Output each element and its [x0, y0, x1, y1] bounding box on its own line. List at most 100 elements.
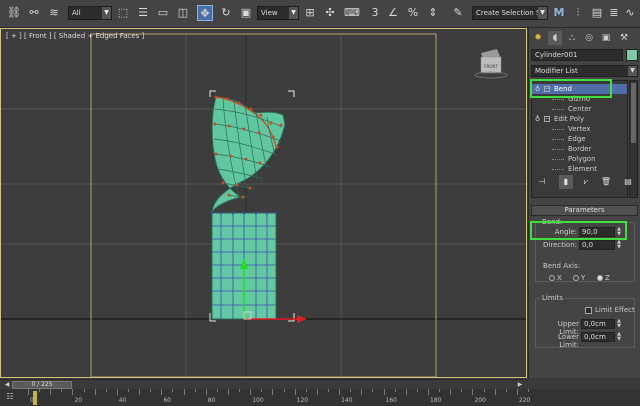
lightbulb-icon[interactable]: ♁: [535, 114, 540, 124]
select-object-icon[interactable]: ⬚: [115, 5, 131, 21]
lower-limit-input[interactable]: 0,0cm: [581, 332, 615, 342]
viewcube-label: FRONT: [484, 64, 498, 69]
grid-lines: [1, 34, 526, 377]
stack-item-label: Element: [568, 165, 597, 173]
snap-icon[interactable]: 3: [367, 5, 383, 21]
snap-label: 3: [371, 6, 379, 19]
limits-title: Limits: [540, 294, 565, 302]
ruler-tick: [283, 389, 285, 392]
ruler-tick: [328, 389, 329, 392]
axis-z-radio[interactable]: Z: [597, 274, 610, 282]
upper-limit-spinner-icon[interactable]: ▲ ▼: [616, 319, 622, 329]
stack-item-edge[interactable]: Edge: [532, 134, 627, 144]
viewcube-icon: FRONT: [474, 49, 508, 79]
viewport-canvas[interactable]: FRONT: [1, 29, 526, 377]
select-by-name-icon[interactable]: ☰: [135, 5, 151, 21]
select-and-scale-icon[interactable]: ▣: [238, 5, 254, 21]
frame-ruler[interactable]: 0 20 40 60 80 100 120 140 160 180 200 220: [28, 389, 530, 406]
ruler-label: 0: [30, 397, 34, 404]
layer-explorer-icon[interactable]: ≣: [606, 5, 622, 21]
percent-snap-icon[interactable]: %: [405, 5, 421, 21]
front-viewport[interactable]: FRONT [ + ] [ Front ] [ Shaded + Edged F…: [0, 28, 527, 378]
axis-x-radio[interactable]: X: [549, 274, 562, 282]
rectangular-selection-icon[interactable]: ▭: [155, 5, 171, 21]
time-slider-thumb[interactable]: 0 / 225: [12, 381, 72, 389]
upper-limit-input[interactable]: 0,0cm: [581, 319, 615, 329]
angle-snap-icon[interactable]: ∠: [385, 5, 401, 21]
limit-effect-checkbox[interactable]: [585, 307, 592, 314]
display-tab-icon[interactable]: ▣: [599, 31, 613, 45]
chevron-down-icon: ▼: [538, 7, 547, 19]
use-pivot-icon[interactable]: ⊞: [302, 5, 318, 21]
selection-filter-dropdown[interactable]: All ▼: [68, 6, 112, 20]
radio-dot: [597, 275, 603, 281]
named-selection-dropdown[interactable]: Create Selection Se ▼: [472, 6, 548, 20]
stack-item-edit-poly[interactable]: ♁ − Edit Poly: [532, 114, 627, 124]
configure-modifier-sets-icon[interactable]: ▤: [621, 175, 635, 189]
edit-named-selection-icon[interactable]: ✎: [450, 5, 466, 21]
reference-coordinate-value: View: [261, 9, 278, 17]
ruler-label: 200: [474, 397, 486, 404]
select-manipulate-icon[interactable]: ✣: [322, 5, 338, 21]
axis-y-radio[interactable]: Y: [573, 274, 585, 282]
utilities-tab-icon[interactable]: ⚒: [617, 31, 631, 45]
ruler-tick: [194, 389, 196, 392]
window-crossing-icon[interactable]: ◫: [175, 5, 191, 21]
ruler-tick: [161, 389, 163, 395]
command-panel: ✸ ◖ ⛬ ◎ ▣ ⚒ Cylinder001 Modifier List ▼ …: [528, 28, 640, 378]
scene-explorer-icon[interactable]: ▤: [589, 5, 605, 21]
ruler-tick: [383, 389, 385, 395]
direction-spinner-icon[interactable]: ▲ ▼: [616, 240, 622, 250]
time-slider[interactable]: ◀ 0 / 225 ▶: [0, 379, 527, 389]
stack-item-label: Center: [568, 105, 592, 113]
ruler-label: 160: [385, 397, 397, 404]
ruler-label: 40: [118, 397, 127, 404]
keyboard-shortcut-icon[interactable]: ⌨: [344, 5, 360, 21]
bind-space-warp-icon[interactable]: ≋: [46, 5, 62, 21]
direction-input[interactable]: 0,0: [579, 240, 615, 250]
modify-tab-icon[interactable]: ◖: [548, 31, 562, 45]
stack-item-label: Edit Poly: [554, 115, 585, 123]
remove-modifier-icon[interactable]: 🗑: [599, 175, 613, 189]
link-icon[interactable]: ⛓: [6, 5, 22, 21]
curve-editor-icon[interactable]: ∿: [622, 5, 638, 21]
stack-item-vertex[interactable]: Vertex: [532, 124, 627, 134]
ruler-tick: [294, 389, 296, 395]
modifier-list-dropdown[interactable]: Modifier List ▼: [531, 65, 638, 77]
cylinder-bent-part: [210, 95, 286, 215]
ruler-tick: [350, 389, 352, 392]
object-color-swatch[interactable]: [626, 49, 638, 61]
ruler-tick: [250, 389, 252, 395]
stack-item-center[interactable]: Center: [532, 104, 627, 114]
mirror-icon[interactable]: M: [551, 5, 567, 21]
chevron-down-icon: ▼: [102, 7, 111, 19]
ruler-tick: [239, 389, 241, 392]
next-frame-icon[interactable]: ▶: [515, 381, 525, 389]
viewport-label[interactable]: [ + ] [ Front ] [ Shaded + Edged Faces ]: [6, 32, 144, 40]
hierarchy-tab-icon[interactable]: ⛬: [565, 31, 579, 45]
previous-frame-icon[interactable]: ◀: [2, 381, 12, 389]
ruler-tick: [94, 389, 96, 395]
create-tab-icon[interactable]: ✸: [531, 31, 545, 45]
unlink-icon[interactable]: ⚯: [26, 5, 42, 21]
stack-item-border[interactable]: Border: [532, 144, 627, 154]
select-and-move-icon[interactable]: ✥: [197, 5, 213, 21]
pin-stack-icon[interactable]: ⊣: [535, 175, 549, 189]
ruler-tick: [128, 389, 129, 392]
motion-tab-icon[interactable]: ◎: [582, 31, 596, 45]
select-and-rotate-icon[interactable]: ↻: [218, 5, 234, 21]
object-name-field[interactable]: Cylinder001: [531, 49, 623, 61]
trackbar[interactable]: ☷ 0 20 40 60 80 100 120 140 160 180 200 220: [0, 389, 640, 406]
stack-item-polygon[interactable]: Polygon: [532, 154, 627, 164]
show-end-result-icon[interactable]: ▮: [559, 175, 573, 189]
scrollbar-thumb[interactable]: [631, 83, 636, 143]
reference-coordinate-dropdown[interactable]: View ▼: [257, 6, 299, 20]
stack-item-element[interactable]: Element: [532, 164, 627, 174]
align-icon[interactable]: ⫶: [570, 5, 586, 21]
make-unique-icon[interactable]: ⩗: [579, 175, 593, 189]
collapse-icon[interactable]: −: [544, 116, 550, 122]
parameters-rollout-header[interactable]: Parameters: [531, 205, 638, 216]
mini-curve-editor-icon[interactable]: ☷: [4, 391, 16, 403]
lower-limit-spinner-icon[interactable]: ▲ ▼: [616, 332, 622, 342]
spinner-snap-icon[interactable]: ⇕: [425, 5, 441, 21]
